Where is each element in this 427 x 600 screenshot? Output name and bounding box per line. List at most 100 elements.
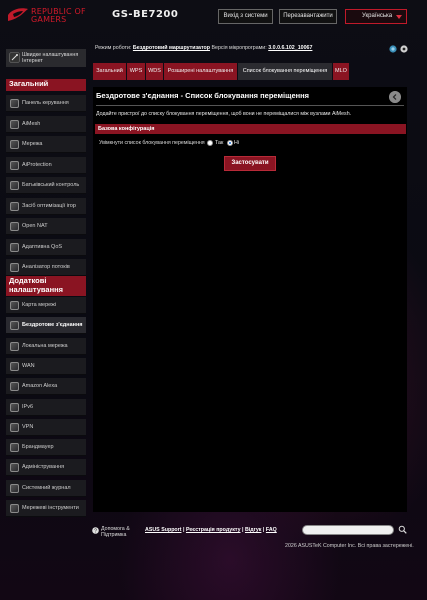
reboot-button[interactable]: Перезавантажити <box>279 9 337 24</box>
back-icon[interactable] <box>389 91 401 103</box>
sidebar-item-label: Аналізатор потоків <box>22 264 70 270</box>
rog-logo[interactable]: REPUBLIC OF GAMERS <box>7 4 107 26</box>
search-icon[interactable] <box>398 525 407 534</box>
sidebar-item-label: Адміністрування <box>22 464 65 470</box>
sidebar-item-analyzer[interactable]: Аналізатор потоків <box>6 259 86 276</box>
sidebar-item-label: Адаптивна QoS <box>22 244 63 250</box>
network-icon <box>10 140 19 149</box>
faq-search-input[interactable] <box>302 525 394 535</box>
footer-links: ASUS Support | Реєстрація продукту | Від… <box>145 527 277 533</box>
sidebar-item-label: AiMesh <box>22 121 41 127</box>
tab-advanced-settings[interactable]: Розширені налаштування <box>164 63 237 80</box>
help-icon: ? <box>92 527 99 534</box>
mode-label: Режим роботи: <box>95 45 132 51</box>
copyright-text: 2026 ASUSTeK Computer Inc. Всі права зас… <box>285 543 414 549</box>
sidebar-item-map[interactable]: Карта мережі <box>6 297 86 314</box>
sidebar-item-globe[interactable]: WAN <box>6 358 86 375</box>
sidebar-section-general: Загальний <box>6 79 86 91</box>
language-value: Українська <box>362 13 393 19</box>
sidebar-item-shield[interactable]: AiProtection <box>6 157 86 174</box>
sidebar-item-firewall[interactable]: Брандмауер <box>6 439 86 456</box>
section-header-basic-config: Базова конфігурація <box>95 124 406 134</box>
sidebar-item-admin[interactable]: Адміністрування <box>6 459 86 476</box>
rog-eye-icon <box>8 8 28 21</box>
quick-internet-setup-button[interactable]: Швидке налаштування Інтернет <box>6 49 86 67</box>
radio-no-label: Ні <box>234 140 240 146</box>
content-panel: Бездротове з'єднання - Список блокування… <box>93 87 407 512</box>
model-name: GS-BE7200 <box>112 9 179 20</box>
gear-icon[interactable] <box>400 45 408 53</box>
mode-link[interactable]: Бездротовий маршрутизатор <box>133 45 210 51</box>
sidebar-item-alexa[interactable]: Amazon Alexa <box>6 378 86 395</box>
sidebar-item-label: Мережеві інструменти <box>22 505 79 511</box>
page-description: Додайте пристрої до списку блокування пе… <box>96 111 352 117</box>
sidebar-item-wifi[interactable]: Бездротове з'єднання <box>6 317 86 334</box>
router-admin-page: REPUBLIC OF GAMERS GS-BE7200 Вихід з сис… <box>0 0 427 600</box>
sidebar-item-label: Панель керування <box>22 100 69 106</box>
tab-wds[interactable]: WDS <box>146 63 163 80</box>
title-divider <box>96 105 404 106</box>
alexa-icon <box>10 382 19 391</box>
sidebar-item-tools[interactable]: Мережеві інструменти <box>6 500 86 517</box>
sidebar-section-advanced: Додаткові налаштування <box>6 276 86 296</box>
ipv6-icon <box>10 403 19 412</box>
sidebar-item-label: VPN <box>22 424 34 430</box>
logout-button[interactable]: Вихід з системи <box>218 9 273 24</box>
sidebar-item-nat[interactable]: Open NAT <box>6 218 86 235</box>
asus-support-link[interactable]: ASUS Support <box>145 527 182 533</box>
parental-icon <box>10 181 19 190</box>
apply-button[interactable]: Застосувати <box>224 156 276 171</box>
language-select[interactable]: Українська <box>345 9 407 24</box>
wand-icon <box>9 52 20 63</box>
radio-yes[interactable] <box>207 140 213 146</box>
brand-text: REPUBLIC OF GAMERS <box>31 8 111 24</box>
sidebar-item-label: Карта мережі <box>22 302 57 308</box>
sidebar-item-label: Засіб оптимізації ігор <box>22 203 76 209</box>
sidebar-item-label: Бездротове з'єднання <box>22 322 83 328</box>
sidebar-item-qos[interactable]: Адаптивна QoS <box>6 239 86 256</box>
sidebar-item-ipv6[interactable]: IPv6 <box>6 399 86 416</box>
top-header: REPUBLIC OF GAMERS GS-BE7200 Вихід з сис… <box>0 0 427 30</box>
sidebar-item-label: Брандмауер <box>22 444 54 450</box>
tab-general[interactable]: Загальний <box>93 63 126 80</box>
sidebar-item-vpn[interactable]: VPN <box>6 419 86 436</box>
status-line: Режим роботи: Бездротовий маршрутизатор … <box>95 45 395 51</box>
help-support-label: Допомога & Підтримка <box>101 526 130 538</box>
sidebar-item-label: IPv6 <box>22 404 34 410</box>
sidebar-item-home[interactable]: Локальна мережа <box>6 338 86 355</box>
home-icon <box>10 342 19 351</box>
feedback-link[interactable]: Відгук <box>245 527 261 533</box>
sidebar-item-parental[interactable]: Батьківський контроль <box>6 177 86 194</box>
firmware-link[interactable]: 3.0.0.6.102_10067 <box>268 45 312 51</box>
nat-icon <box>10 222 19 231</box>
firmware-label: Версія мікропрограми: <box>211 45 267 51</box>
product-registration-link[interactable]: Реєстрація продукту <box>186 527 241 533</box>
client-status-icon[interactable] <box>389 45 397 53</box>
radio-no[interactable] <box>227 140 233 146</box>
sidebar-item-aimesh[interactable]: AiMesh <box>6 116 86 133</box>
tab-roaming-block-list[interactable]: Список блокування переміщення <box>238 63 332 80</box>
sidebar-item-network[interactable]: Мережа <box>6 136 86 153</box>
sidebar-item-gamepad[interactable]: Засіб оптимізації ігор <box>6 198 86 215</box>
help-support-link[interactable]: ? Допомога & Підтримка <box>92 526 142 540</box>
sidebar-item-dashboard[interactable]: Панель керування <box>6 95 86 112</box>
globe-icon <box>10 362 19 371</box>
aimesh-icon <box>10 120 19 129</box>
tab-wps[interactable]: WPS <box>127 63 145 80</box>
analyzer-icon <box>10 263 19 272</box>
enable-roaming-block-label: Увімкнути список блокування переміщення <box>99 140 205 146</box>
chevron-down-icon <box>396 15 402 19</box>
gamepad-icon <box>10 202 19 211</box>
page-title: Бездротове з'єднання - Список блокування… <box>96 91 310 100</box>
sidebar-item-label: AiProtection <box>22 162 52 168</box>
faq-link[interactable]: FAQ <box>266 527 277 533</box>
tools-icon <box>10 504 19 513</box>
radio-yes-label: Так <box>215 140 224 146</box>
qos-icon <box>10 243 19 252</box>
sidebar-item-label: Open NAT <box>22 223 48 229</box>
firewall-icon <box>10 443 19 452</box>
shield-icon <box>10 161 19 170</box>
sidebar-item-label: Локальна мережа <box>22 343 68 349</box>
sidebar-item-log[interactable]: Системний журнал <box>6 480 86 497</box>
tab-mlo[interactable]: MLO <box>333 63 349 80</box>
